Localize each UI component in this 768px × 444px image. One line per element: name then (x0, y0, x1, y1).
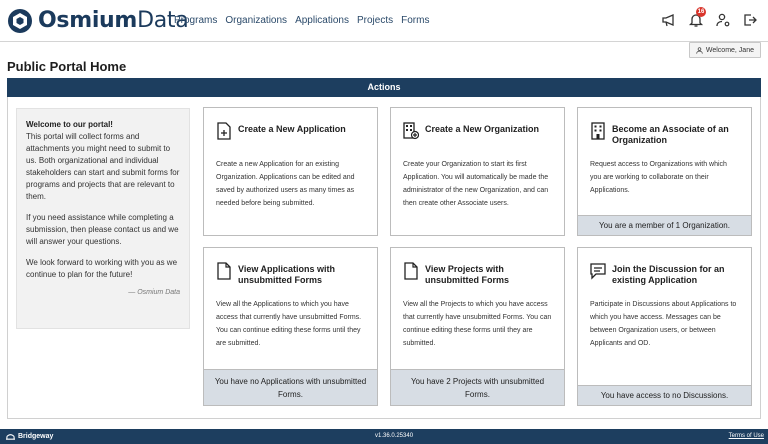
card-title: Join the Discussion for an existing Appl… (612, 264, 725, 285)
intro-text-3: We look forward to working with you as w… (26, 258, 178, 279)
card-title: View Applications with unsubmitted Forms (238, 264, 336, 285)
new-document-icon (217, 122, 231, 140)
join-discussion-card[interactable]: Join the Discussion for an existing Appl… (577, 247, 752, 406)
megaphone-icon[interactable] (661, 12, 677, 28)
osmium-data-logo[interactable]: OsmiumData (7, 8, 189, 34)
actions-header: Actions (7, 78, 761, 97)
footer-bar: Bridgeway v1.36.0.25340 Terms of Use (0, 429, 768, 444)
user-icon (696, 46, 703, 54)
card-status: You have no Applications with unsubmitte… (204, 369, 377, 405)
card-title: Become an Associate of an Organization (612, 124, 729, 145)
document-icon (404, 262, 418, 280)
card-status: You have access to no Discussions. (578, 385, 751, 405)
card-title: Create a New Organization (425, 124, 540, 134)
version-label: v1.36.0.25340 (375, 433, 414, 439)
create-application-card[interactable]: Create a New Application Create a new Ap… (203, 107, 378, 236)
document-icon (217, 262, 231, 280)
logout-icon[interactable] (742, 12, 758, 28)
intro-signature: — Osmium Data (128, 289, 180, 296)
create-organization-card[interactable]: Create a New Organization Create your Or… (390, 107, 565, 236)
nav-forms[interactable]: Forms (401, 15, 429, 26)
user-settings-icon[interactable] (715, 12, 731, 28)
intro-title: Welcome to our portal! (26, 120, 113, 129)
intro-panel: Welcome to our portal! This portal will … (16, 108, 190, 329)
logo-mark-icon (8, 9, 32, 33)
card-title: View Projects with unsubmitted Forms (425, 264, 510, 285)
card-description: View all the Projects to which you have … (403, 301, 552, 347)
bridgeway-brand: Bridgeway (6, 432, 53, 441)
page-title: Public Portal Home (7, 59, 127, 74)
intro-text-2: If you need assistance while completing … (26, 213, 179, 246)
card-status: You are a member of 1 Organization. (578, 215, 751, 235)
become-associate-card[interactable]: Become an Associate of an Organization R… (577, 107, 752, 236)
view-projects-card[interactable]: View Projects with unsubmitted Forms Vie… (390, 247, 565, 406)
intro-paragraph-1: Welcome to our portal! This portal will … (26, 119, 180, 203)
notification-badge: 16 (696, 7, 706, 17)
intro-text-1: This portal will collect forms and attac… (26, 132, 180, 201)
card-description: Create your Organization to start its fi… (403, 161, 549, 207)
view-applications-card[interactable]: View Applications with unsubmitted Forms… (203, 247, 378, 406)
building-add-icon (403, 122, 419, 140)
welcome-user-button[interactable]: Welcome, Jane (688, 42, 761, 58)
nav-programs[interactable]: Programs (174, 15, 217, 26)
bridgeway-logo-icon (6, 434, 15, 440)
card-description: View all the Applications to which you h… (216, 301, 362, 347)
nav-organizations[interactable]: Organizations (225, 15, 287, 26)
card-description: Request access to Organizations with whi… (590, 161, 727, 194)
welcome-text: Welcome, Jane (705, 46, 754, 54)
card-title: Create a New Application (238, 124, 346, 134)
card-description: Create a new Application for an existing… (216, 161, 355, 207)
terms-of-use-link[interactable]: Terms of Use (729, 433, 764, 439)
nav-applications[interactable]: Applications (295, 15, 349, 26)
main-nav: Programs Organizations Applications Proj… (174, 15, 437, 26)
top-header: OsmiumData Programs Organizations Applic… (0, 0, 768, 42)
nav-projects[interactable]: Projects (357, 15, 393, 26)
building-icon (591, 122, 605, 140)
card-status: You have 2 Projects with unsubmitted For… (391, 369, 564, 405)
logo-text: OsmiumData (38, 8, 189, 33)
bell-icon[interactable]: 16 (688, 7, 706, 28)
chat-icon (590, 263, 606, 280)
header-actions: 16 (650, 7, 758, 28)
card-description: Participate in Discussions about Applica… (590, 301, 737, 347)
